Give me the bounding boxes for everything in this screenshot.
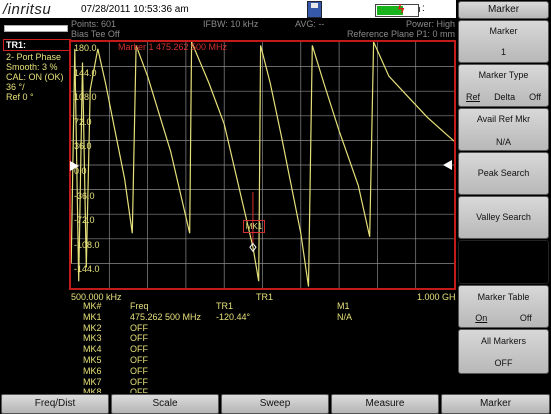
y-tick-label: 180.0 [74,43,97,53]
avail-ref-label: Avail Ref Mkr [476,114,531,124]
trace-scale: 36 °/ [6,82,25,92]
freq-dist-button[interactable]: Freq/Dist [1,394,109,414]
anritsu-logo: /inritsu [3,1,52,18]
marker-table-cell: OFF [130,355,148,365]
sweep-button[interactable]: Sweep [221,394,329,414]
marker-table-cell: MK2 [83,322,102,333]
marker-type-ref[interactable]: Ref [466,92,480,102]
marker-type-delta[interactable]: Delta [494,92,515,102]
marker-table-cell: 475.262 500 MHz [130,311,202,322]
datetime: 07/28/2011 10:53:36 am [81,4,189,15]
marker-table-cell: MK7 [83,376,102,387]
battery-icon: ϟ [375,2,419,17]
all-markers-button[interactable]: All Markers OFF [458,329,549,374]
scale-button[interactable]: Scale [111,394,219,414]
valley-search-button[interactable]: Valley Search [458,196,549,239]
avail-ref-mkr-button[interactable]: Avail Ref Mkr N/A [458,108,549,151]
measure-button[interactable]: Measure [331,394,439,414]
marker-table-cell: OFF [130,322,148,333]
plot-area[interactable]: 180.0 144.0 108.0 72.0 36.0 0.0 -36.0 -72.0 -108… [69,40,456,290]
marker-type-label: Marker Type [478,70,529,80]
marker-table-off[interactable]: Off [520,313,532,323]
ifbw-readout: IFBW: 10 kHz [203,19,259,29]
y-tick-label: 144.0 [74,67,97,78]
menu-title: Marker [458,1,549,19]
marker-table-cell: N/A [337,311,353,322]
trace-label[interactable]: TR1: [3,39,71,51]
marker-table-label: Marker Table [477,292,530,302]
marker-table-header: TR1 [216,301,234,311]
marker-table-cell: OFF [130,376,148,387]
y-tick-label: -108.0 [74,239,100,250]
marker-table-cell: -120.44° [216,311,251,322]
marker-table-header: M1 [337,301,350,311]
marker-menu-button[interactable]: Marker [441,394,550,414]
all-markers-value: OFF [494,358,513,368]
reference-plane-readout: Reference Plane P1: 0 mm [346,29,455,39]
status-colon: : [422,3,425,14]
empty-softkey [458,240,549,284]
y-tick-label: 72.0 [74,116,92,127]
marker-table-cell: OFF [130,344,148,355]
marker-table-cell: MK1 [83,311,102,322]
marker-select-label: Marker [489,26,518,36]
ref-level-arrow-right [443,160,452,170]
battery-nub [418,7,420,12]
marker-table-cell: MK3 [83,333,102,344]
avail-ref-value: N/A [495,137,511,147]
peak-search-button[interactable]: Peak Search [458,152,549,195]
marker-select-value: 1 [500,47,506,57]
marker-table-header: MK# [83,301,102,311]
trace-cal: CAL: ON (OK) [6,72,64,82]
marker-table-button[interactable]: Marker Table On Off [458,285,549,328]
marker-table-cell: MK4 [83,344,102,355]
marker-table-cell: MK5 [83,355,102,365]
marker-select-button[interactable]: Marker 1 [458,20,549,63]
all-markers-label: All Markers [480,336,526,346]
ref-level-arrow-left [70,161,79,171]
bottom-bar: Freq/Dist Scale Sweep Measure Marker [0,393,551,414]
mk1-tag[interactable]: MK1 [243,220,265,233]
y-tick-label: -144.0 [74,264,100,275]
power-readout: Power: High [405,19,455,29]
y-tick-label: -36.0 [74,190,95,201]
marker-readout: Marker 1 475.262 500 MHz [118,42,228,52]
save-disk-icon[interactable] [307,1,322,18]
marker-type-button[interactable]: Marker Type Ref Delta Off [458,64,549,107]
trace-ref: Ref 0 ° [6,92,34,102]
marker-table-cell: OFF [130,365,148,376]
softkey-menu: Marker Marker 1 Marker Type Ref Delta Of… [456,0,551,392]
phase-chart [71,42,454,288]
marker-table: MK# Freq TR1 M1 MK1 475.262 500 MHz -120.44° N/… [0,301,456,397]
trace-mode: 2- Port Phase [6,52,62,62]
marker-table-cell: MK6 [83,365,102,376]
y-tick-label: 108.0 [74,92,97,103]
marker-table-on[interactable]: On [475,313,487,323]
marker-table-cell: OFF [130,333,148,344]
points-readout: Points: 601 [71,19,117,29]
y-tick-label: -72.0 [74,215,95,226]
trace-smooth: Smooth: 3 % [6,62,58,72]
marker-table-header: Freq [130,301,149,311]
trace-info-panel: TR1: 2- Port Phase Smooth: 3 % CAL: ON (… [3,39,71,119]
marker-type-off[interactable]: Off [529,92,541,102]
y-tick-label: 36.0 [74,141,92,152]
avg-readout: AVG: -- [295,19,325,29]
bias-tee-readout: Bias Tee Off [71,29,120,39]
sweep-progress-bar [4,25,68,32]
